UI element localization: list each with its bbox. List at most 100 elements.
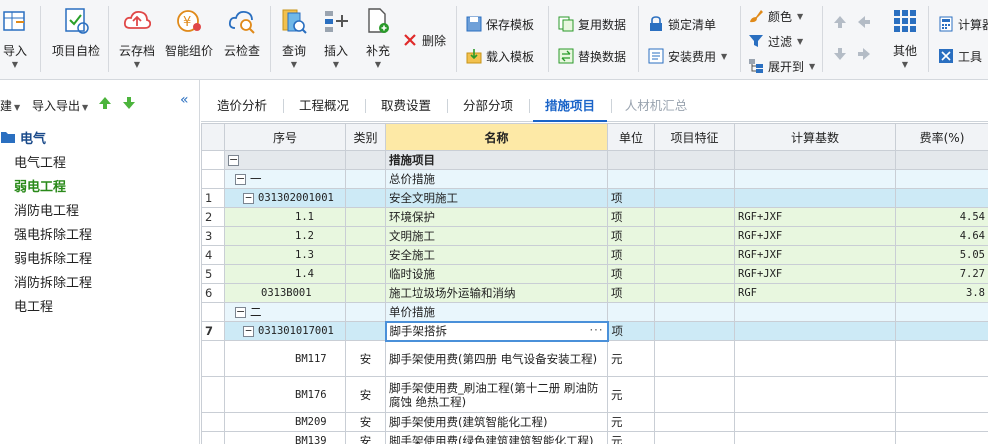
name-cell[interactable]: 总价措施 — [385, 169, 608, 189]
unit-cell[interactable]: 元 — [607, 340, 655, 377]
type-cell[interactable] — [345, 169, 386, 189]
unit-cell[interactable]: 项 — [607, 188, 655, 208]
rate-cell[interactable] — [895, 169, 988, 189]
other-button[interactable]: 其他 ▼ — [888, 4, 922, 74]
feature-cell[interactable] — [654, 302, 735, 322]
expand-to-button[interactable]: 展开到 ▼ — [748, 56, 815, 76]
base-cell[interactable]: RGF+JXF — [734, 226, 896, 246]
feature-cell[interactable] — [654, 207, 735, 227]
base-cell[interactable] — [734, 431, 896, 444]
type-cell[interactable] — [345, 188, 386, 208]
table-row[interactable]: 3 1.2 文明施工 项 RGF+JXF 4.64 — [201, 226, 988, 246]
rate-cell[interactable]: 4.64 — [895, 226, 988, 246]
type-cell[interactable] — [345, 283, 386, 303]
query-button[interactable]: 查询 ▼ — [278, 4, 310, 74]
move-down-node-button[interactable] — [122, 96, 136, 113]
feature-cell[interactable] — [654, 169, 735, 189]
table-row[interactable]: BM117 安 脚手架使用费(第四册 电气设备安装工程) 元 — [201, 340, 988, 377]
seq-cell[interactable]: BM117 — [224, 340, 346, 377]
rate-cell[interactable]: 5.05 — [895, 245, 988, 265]
name-cell[interactable]: 脚手架使用费(绿色建筑建筑智能化工程) — [385, 431, 608, 444]
feature-cell[interactable] — [654, 283, 735, 303]
tools-button[interactable]: 工具 — [938, 46, 982, 66]
unit-cell[interactable]: 项 — [607, 321, 655, 341]
lock-list-button[interactable]: 锁定清单 — [648, 14, 716, 34]
unit-cell[interactable]: 元 — [607, 431, 655, 444]
tree-node-selected[interactable]: 弱电工程 — [14, 176, 66, 200]
base-header[interactable]: 计算基数 — [734, 123, 896, 151]
feature-cell[interactable] — [654, 245, 735, 265]
seq-cell[interactable]: 0313B001 — [224, 283, 346, 303]
table-row[interactable]: 4 1.3 安全施工 项 RGF+JXF 5.05 — [201, 245, 988, 265]
feature-cell[interactable] — [654, 321, 735, 341]
name-cell[interactable]: 脚手架使用费_刷油工程(第十二册 刷油防腐蚀 绝热工程) — [385, 376, 608, 413]
tab-measures[interactable]: 措施项目 — [533, 90, 607, 122]
base-cell[interactable] — [734, 340, 896, 377]
unit-cell[interactable]: 项 — [607, 207, 655, 227]
seq-cell[interactable]: − — [224, 150, 346, 170]
unit-cell[interactable]: 元 — [607, 376, 655, 413]
tree-node[interactable]: 电气工程 — [14, 152, 66, 176]
feature-cell[interactable] — [654, 340, 735, 377]
collapse-toggle-icon[interactable]: − — [235, 173, 246, 185]
feature-header[interactable]: 项目特征 — [654, 123, 735, 151]
seq-header[interactable]: 序号 — [224, 123, 346, 151]
rate-cell[interactable]: 7.27 — [895, 264, 988, 284]
name-cell[interactable]: 临时设施 — [385, 264, 608, 284]
seq-cell[interactable]: BM209 — [224, 412, 346, 432]
type-cell[interactable]: 安 — [345, 376, 386, 413]
rate-cell[interactable] — [895, 412, 988, 432]
base-cell[interactable]: RGF — [734, 283, 896, 303]
tree-node[interactable]: 强电拆除工程 — [14, 224, 92, 248]
table-row[interactable]: − 措施项目 — [201, 150, 988, 170]
name-cell[interactable]: 措施项目 — [385, 150, 608, 170]
type-cell[interactable] — [345, 207, 386, 227]
type-cell[interactable]: 安 — [345, 412, 386, 432]
table-row[interactable]: BM176 安 脚手架使用费_刷油工程(第十二册 刷油防腐蚀 绝热工程) 元 — [201, 376, 988, 413]
supplement-button[interactable]: 补充 ▼ — [362, 4, 394, 74]
move-right-button[interactable] — [856, 44, 876, 64]
base-cell[interactable]: RGF+JXF — [734, 264, 896, 284]
type-cell[interactable] — [345, 302, 386, 322]
unit-cell[interactable] — [607, 302, 655, 322]
collapse-toggle-icon[interactable]: − — [243, 325, 254, 337]
move-up-node-button[interactable] — [98, 96, 112, 113]
tab-fee-settings[interactable]: 取费设置 — [369, 90, 443, 122]
move-left-button[interactable] — [856, 12, 876, 32]
table-row[interactable]: 6 0313B001 施工垃圾场外运输和消纳 项 RGF 3.8 — [201, 283, 988, 303]
seq-cell[interactable]: BM139 — [224, 431, 346, 444]
rate-cell[interactable] — [895, 188, 988, 208]
name-cell[interactable]: 施工垃圾场外运输和消纳 — [385, 283, 608, 303]
base-cell[interactable] — [734, 412, 896, 432]
rate-cell[interactable] — [895, 321, 988, 341]
rate-cell[interactable] — [895, 302, 988, 322]
load-template-button[interactable]: 载入模板 — [466, 46, 534, 66]
move-up-button[interactable] — [832, 12, 852, 32]
table-row[interactable]: − 二 单价措施 — [201, 302, 988, 322]
type-cell[interactable] — [345, 264, 386, 284]
type-cell[interactable] — [345, 321, 386, 341]
rate-cell[interactable]: 3.8 — [895, 283, 988, 303]
rate-cell[interactable] — [895, 340, 988, 377]
seq-cell[interactable]: 1.3 — [224, 245, 346, 265]
unit-cell[interactable]: 项 — [607, 283, 655, 303]
type-cell[interactable] — [345, 245, 386, 265]
table-row[interactable]: BM209 安 脚手架使用费(建筑智能化工程) 元 — [201, 412, 988, 432]
name-header[interactable]: 名称 — [385, 123, 608, 151]
type-cell[interactable] — [345, 150, 386, 170]
seq-cell[interactable]: 1.1 — [224, 207, 346, 227]
collapse-panel-button[interactable]: « — [180, 92, 189, 108]
rate-cell[interactable] — [895, 376, 988, 413]
tab-cost-analysis[interactable]: 造价分析 — [205, 90, 279, 122]
rate-cell[interactable] — [895, 150, 988, 170]
type-cell[interactable] — [345, 226, 386, 246]
table-row[interactable]: BM139 安 脚手架使用费(绿色建筑建筑智能化工程) 元 — [201, 431, 988, 444]
base-cell[interactable] — [734, 169, 896, 189]
table-row[interactable]: 2 1.1 环境保护 项 RGF+JXF 4.54 — [201, 207, 988, 227]
collapse-toggle-icon[interactable]: − — [228, 154, 239, 166]
name-cell-editing[interactable]: 脚手架搭拆 ··· — [384, 320, 609, 342]
type-header[interactable]: 类别 — [345, 123, 386, 151]
feature-cell[interactable] — [654, 264, 735, 284]
seq-cell[interactable]: 1.2 — [224, 226, 346, 246]
table-row-selected[interactable]: 7 −031301017001 脚手架搭拆 ··· 项 — [201, 320, 988, 342]
